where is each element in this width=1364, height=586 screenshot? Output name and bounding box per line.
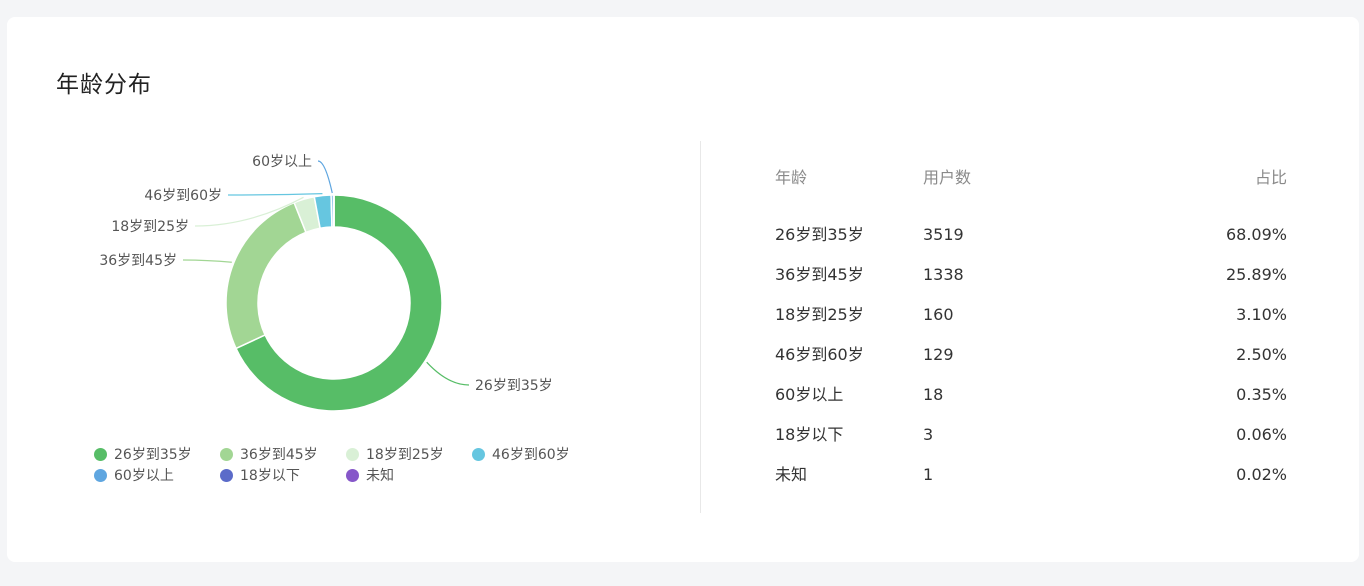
- legend-item[interactable]: 46岁到60岁: [472, 445, 570, 465]
- header-users: 用户数: [923, 168, 972, 187]
- legend-dot-icon: [346, 447, 359, 461]
- row-users: 1338: [923, 265, 964, 284]
- table-row: 18岁以下 3 0.06%: [775, 420, 1287, 450]
- row-age: 18岁到25岁: [775, 305, 864, 324]
- legend-item[interactable]: 60岁以上: [94, 466, 174, 486]
- header-age: 年龄: [775, 168, 808, 187]
- row-age: 60岁以上: [775, 385, 844, 404]
- table-row: 46岁到60岁 129 2.50%: [775, 340, 1287, 370]
- leader-line-1: [182, 259, 232, 263]
- row-age: 36岁到45岁: [775, 265, 864, 284]
- row-age: 46岁到60岁: [775, 345, 864, 364]
- legend-dot-icon: [94, 447, 107, 461]
- legend-label: 未知: [366, 468, 394, 484]
- row-age: 26岁到35岁: [775, 225, 864, 244]
- slice-label-2: 18岁到25岁: [111, 219, 189, 235]
- table-header: 年龄 用户数 占比: [775, 163, 1287, 193]
- leader-line-0: [426, 361, 470, 386]
- legend-label: 26岁到35岁: [114, 447, 192, 463]
- row-age: 18岁以下: [775, 425, 844, 444]
- legend-item[interactable]: 36岁到45岁: [220, 445, 318, 465]
- row-percent: 68.09%: [1225, 225, 1287, 244]
- legend-label: 60岁以上: [114, 468, 174, 484]
- legend-item[interactable]: 18岁以下: [220, 466, 300, 486]
- age-distribution-card: 年龄分布 26岁到35岁 36岁到45岁 18岁到25岁 46岁到60岁 60岁以上 2…: [7, 17, 1359, 562]
- legend-label: 36岁到45岁: [240, 447, 318, 463]
- legend-label: 18岁到25岁: [366, 447, 444, 463]
- row-percent: 2.50%: [1236, 345, 1287, 364]
- divider: [700, 141, 701, 513]
- table-row: 18岁到25岁 160 3.10%: [775, 300, 1287, 330]
- slice-label-4: 60岁以上: [252, 154, 312, 170]
- row-users: 129: [923, 345, 954, 364]
- table-row: 60岁以上 18 0.35%: [775, 380, 1287, 410]
- legend-dot-icon: [346, 468, 359, 482]
- table-row: 36岁到45岁 1338 25.89%: [775, 260, 1287, 290]
- row-percent: 25.89%: [1225, 265, 1287, 284]
- legend-label: 18岁以下: [240, 468, 300, 484]
- row-users: 3519: [923, 225, 964, 244]
- header-percent: 占比: [1254, 168, 1287, 187]
- row-percent: 3.10%: [1236, 305, 1287, 324]
- slice-label-3: 46岁到60岁: [144, 188, 222, 204]
- legend-dot-icon: [220, 447, 233, 461]
- legend-item[interactable]: 18岁到25岁: [346, 445, 444, 465]
- donut-slice-1[interactable]: [225, 201, 307, 350]
- row-users: 3: [923, 425, 934, 444]
- legend-item[interactable]: 未知: [346, 466, 394, 486]
- row-percent: 0.06%: [1236, 425, 1287, 444]
- leader-line-3: [227, 193, 323, 196]
- leader-line-4: [317, 160, 333, 194]
- row-percent: 0.35%: [1236, 385, 1287, 404]
- row-users: 18: [923, 385, 944, 404]
- row-age: 未知: [775, 465, 808, 484]
- slice-label-0: 26岁到35岁: [475, 378, 553, 394]
- row-users: 160: [923, 305, 954, 324]
- legend-dot-icon: [94, 468, 107, 482]
- row-users: 1: [923, 465, 934, 484]
- slice-label-1: 36岁到45岁: [99, 253, 177, 269]
- table-row: 未知 1 0.02%: [775, 460, 1287, 490]
- legend-dot-icon: [220, 468, 233, 482]
- legend-item[interactable]: 26岁到35岁: [94, 445, 192, 465]
- legend-dot-icon: [472, 447, 485, 461]
- legend-label: 46岁到60岁: [492, 447, 570, 463]
- table-row: 26岁到35岁 3519 68.09%: [775, 220, 1287, 250]
- row-percent: 0.02%: [1236, 465, 1287, 484]
